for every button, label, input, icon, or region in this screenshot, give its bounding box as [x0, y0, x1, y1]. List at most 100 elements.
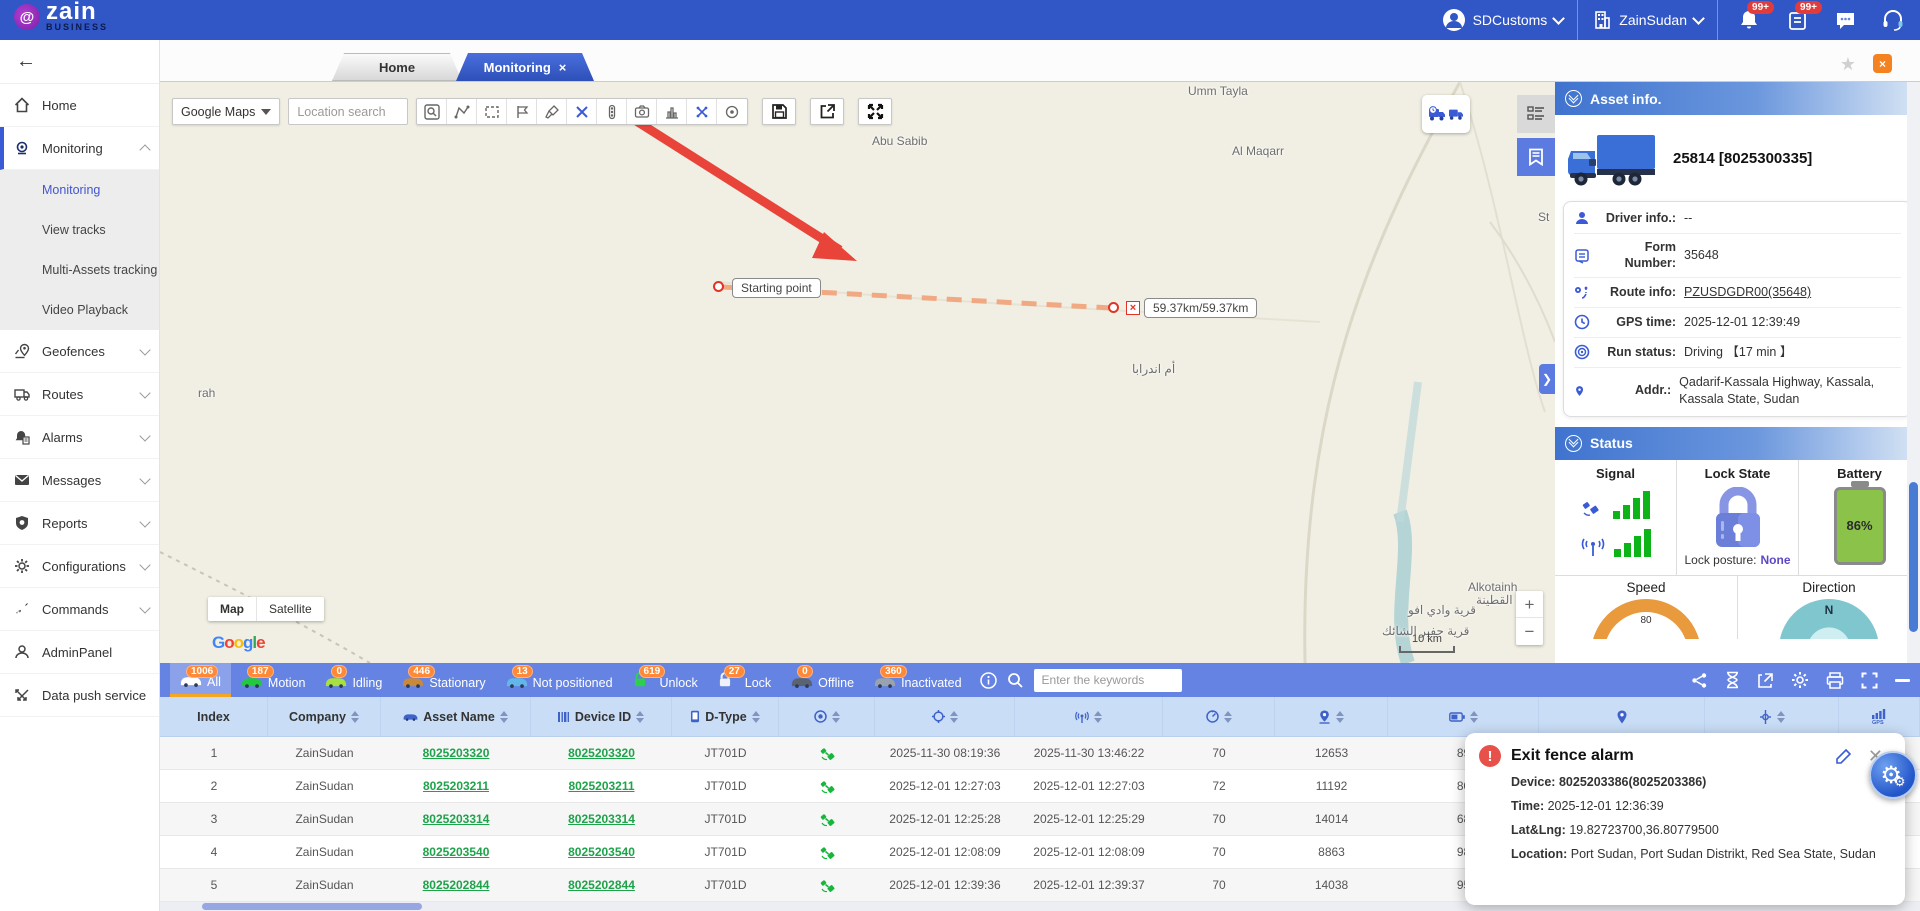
support-button[interactable]	[1876, 0, 1910, 40]
traffic-tool[interactable]	[597, 99, 627, 124]
cell-asset-name-link[interactable]: 8025203314	[381, 812, 531, 826]
col-signal-time[interactable]	[1015, 697, 1163, 736]
snapshot-tool[interactable]	[627, 99, 657, 124]
sidebar-item-routes[interactable]: Routes	[0, 373, 159, 416]
sidebar-item-alarms[interactable]: Alarms	[0, 416, 159, 459]
keywords-search-input[interactable]	[1034, 669, 1182, 692]
fleet-filter-tab[interactable]: 1006 All	[170, 663, 231, 697]
sidebar-item-data-push[interactable]: Data push service	[0, 674, 159, 717]
panel-expander-button[interactable]: ❯	[1539, 364, 1555, 394]
cell-asset-name-link[interactable]: 8025203540	[381, 845, 531, 859]
sidebar-subitem-monitoring[interactable]: Monitoring	[0, 170, 159, 210]
cell-device-id-link[interactable]: 8025203314	[531, 812, 672, 826]
search-icon[interactable]	[1007, 672, 1024, 689]
route-info-link[interactable]: PZUSDGDR00(35648)	[1684, 284, 1811, 301]
measure-delete-icon[interactable]: ×	[1126, 301, 1140, 315]
sidebar-item-configurations[interactable]: Configurations	[0, 545, 159, 588]
panel-scrollbar[interactable]	[1907, 82, 1920, 663]
status-header[interactable]: Status	[1555, 427, 1920, 460]
col-d-type[interactable]: D-Type	[672, 697, 779, 736]
cell-asset-name-link[interactable]: 8025203320	[381, 746, 531, 760]
edit-pencil-icon[interactable]	[1835, 748, 1852, 765]
fleet-filter-tab[interactable]: 187 Motion	[231, 663, 316, 697]
cell-device-id-link[interactable]: 8025203211	[531, 779, 672, 793]
collapse-panel-button[interactable]: ×	[1873, 54, 1892, 73]
bookmark-toggle[interactable]	[1517, 138, 1555, 176]
col-company[interactable]: Company	[268, 697, 381, 736]
settings-gear-icon[interactable]	[1791, 671, 1809, 689]
fleet-filter-tab[interactable]: 13 Not positioned	[496, 663, 623, 697]
tab-home[interactable]: Home	[332, 53, 462, 81]
close-tab-icon[interactable]: ×	[559, 60, 567, 75]
fleet-filter-tab[interactable]: 27 Lock	[708, 663, 781, 697]
user-menu[interactable]: SDCustoms	[1442, 8, 1564, 32]
location-search-input[interactable]	[288, 98, 408, 125]
fleet-filter-tab[interactable]: 0 Idling	[315, 663, 392, 697]
measure-start-point[interactable]	[713, 281, 724, 292]
chart-tool[interactable]	[657, 99, 687, 124]
sidebar-subitem-multi-assets[interactable]: Multi-Assets tracking	[0, 250, 159, 290]
back-button[interactable]: ←	[0, 40, 159, 84]
org-menu[interactable]: ZainSudan	[1592, 10, 1703, 30]
cell-asset-name-link[interactable]: 8025203211	[381, 779, 531, 793]
asset-info-header[interactable]: Asset info.	[1555, 82, 1920, 115]
zoom-out-button[interactable]: −	[1516, 618, 1543, 645]
col-device-id[interactable]: Device ID	[531, 697, 672, 736]
flag-tool[interactable]	[507, 99, 537, 124]
sidebar-subitem-view-tracks[interactable]: View tracks	[0, 210, 159, 250]
alarm-settings-button[interactable]: ⚙⚙	[1869, 751, 1917, 799]
zoom-in-button[interactable]: +	[1516, 591, 1543, 618]
cluster-tool[interactable]	[687, 99, 717, 124]
sidebar-item-messages[interactable]: Messages	[0, 459, 159, 502]
info-icon[interactable]	[980, 672, 997, 689]
sidebar-item-monitoring[interactable]: Monitoring	[0, 127, 159, 170]
clear-brush-tool[interactable]	[537, 99, 567, 124]
sidebar-item-commands[interactable]: Commands	[0, 588, 159, 631]
col-asset-name[interactable]: Asset Name	[381, 697, 531, 736]
distance-measure-tool[interactable]	[567, 99, 597, 124]
list-view-toggle[interactable]	[1517, 95, 1555, 133]
col-speed[interactable]	[1163, 697, 1275, 736]
locate-tool[interactable]	[717, 99, 747, 124]
col-position-status[interactable]	[779, 697, 875, 736]
col-battery[interactable]	[1388, 697, 1539, 736]
cell-asset-name-link[interactable]: 8025202844	[381, 878, 531, 892]
scrollbar-thumb[interactable]	[202, 903, 422, 910]
sidebar-item-adminpanel[interactable]: AdminPanel	[0, 631, 159, 674]
tab-monitoring[interactable]: Monitoring×	[456, 53, 594, 81]
fleet-filter-tab[interactable]: 446 Stationary	[392, 663, 495, 697]
col-index[interactable]: Index	[160, 697, 268, 736]
truck-cluster-marker[interactable]	[1422, 95, 1470, 133]
fleet-filter-tab[interactable]: 0 Offline	[781, 663, 864, 697]
sidebar-item-geofences[interactable]: Geofences	[0, 330, 159, 373]
save-map-button[interactable]	[762, 98, 796, 125]
minimize-icon[interactable]	[1895, 679, 1910, 682]
task-list-button[interactable]: 99+	[1780, 0, 1814, 40]
col-gps-time[interactable]	[875, 697, 1015, 736]
sidebar-subitem-video-playback[interactable]: Video Playback	[0, 290, 159, 330]
col-location[interactable]	[1539, 697, 1705, 736]
cell-device-id-link[interactable]: 8025203320	[531, 746, 672, 760]
fullscreen-icon[interactable]	[1861, 672, 1878, 689]
notifications-button[interactable]: 99+	[1732, 0, 1766, 40]
map-type-satellite-button[interactable]: Satellite	[256, 597, 324, 621]
zoom-box-tool[interactable]	[417, 99, 447, 124]
polygon-measure-tool[interactable]	[447, 99, 477, 124]
map-provider-dropdown[interactable]: Google Maps	[172, 98, 280, 125]
share-icon[interactable]	[1691, 672, 1708, 689]
rectangle-select-tool[interactable]	[477, 99, 507, 124]
map-type-map-button[interactable]: Map	[208, 597, 256, 621]
printer-icon[interactable]	[1826, 672, 1844, 689]
fleet-filter-tab[interactable]: 619 Unlock	[623, 663, 708, 697]
hourglass-icon[interactable]	[1725, 671, 1740, 689]
map-canvas[interactable]: Starting point × 59.37km/59.37km Umm Tay…	[160, 82, 1555, 663]
sidebar-item-reports[interactable]: Reports	[0, 502, 159, 545]
map-fullscreen-button[interactable]	[858, 98, 892, 125]
col-mileage[interactable]	[1275, 697, 1388, 736]
fleet-filter-tab[interactable]: 360 Inactivated	[864, 663, 971, 697]
measure-end-point[interactable]	[1108, 302, 1119, 313]
scrollbar-thumb[interactable]	[1909, 482, 1918, 632]
favorite-star-icon[interactable]: ★	[1840, 54, 1856, 75]
open-external-button[interactable]	[810, 98, 844, 125]
col-direction[interactable]	[1705, 697, 1839, 736]
